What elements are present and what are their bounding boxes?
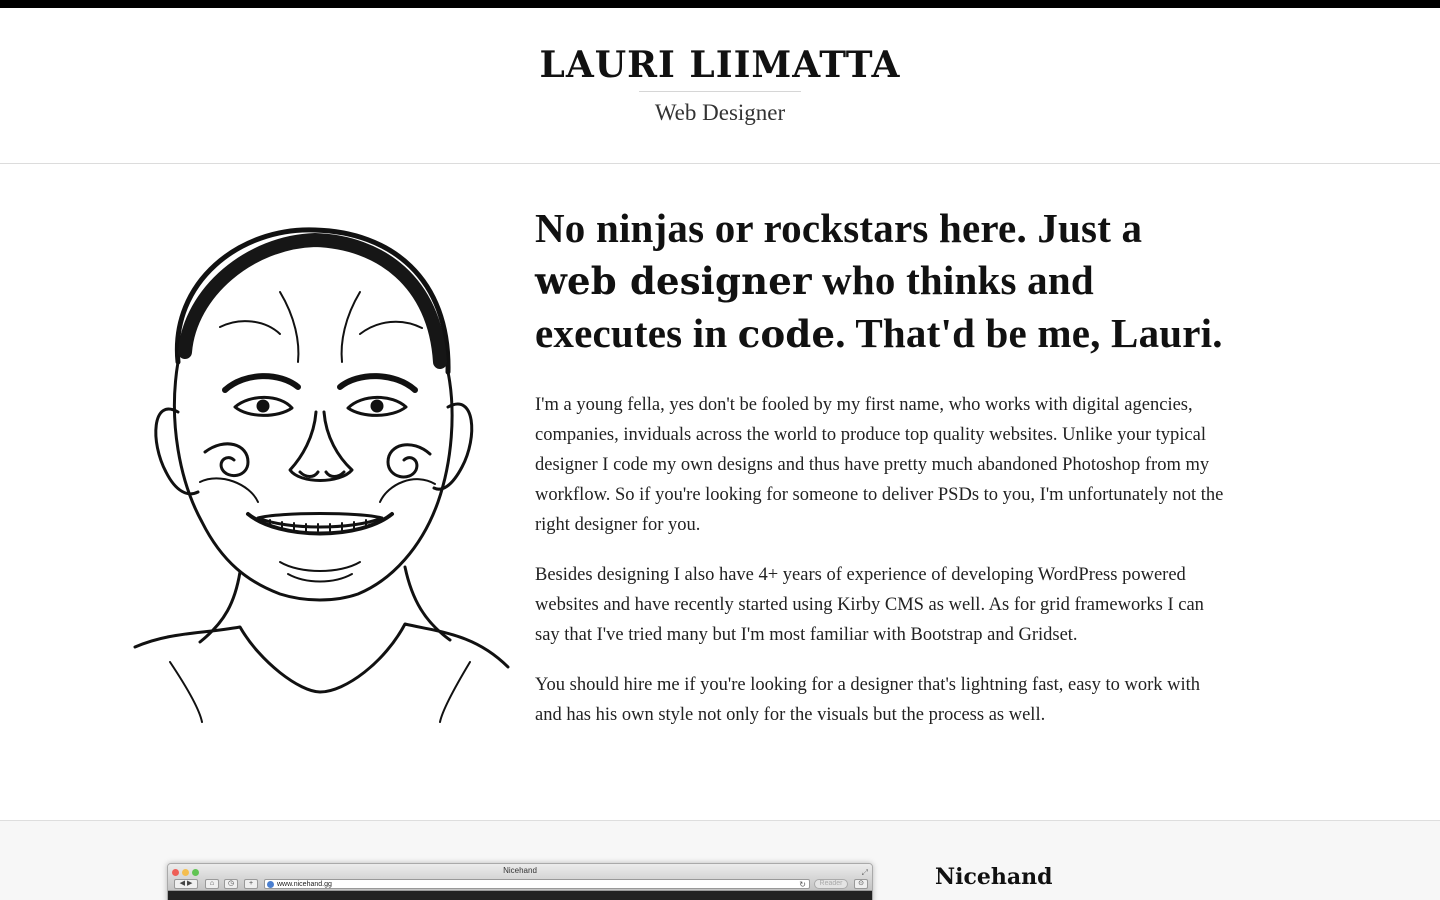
site-role: Web Designer bbox=[654, 100, 786, 125]
add-icon: + bbox=[244, 879, 258, 889]
site-header: LAURI LIIMATTA Web Designer bbox=[0, 8, 1440, 164]
home-icon: ⌂ bbox=[205, 879, 219, 889]
browser-titlebar: Nicehand ⤢ bbox=[168, 864, 872, 877]
back-forward-icon: ◀ ▶ bbox=[174, 879, 198, 889]
intro-headline: No ninjas or rockstars here. Just a web … bbox=[535, 202, 1225, 360]
headline-emphasis-web-designer: web designer bbox=[535, 259, 812, 303]
browser-url-bar: www.nicehand.gg ↻ bbox=[264, 879, 810, 889]
browser-toolbar: ◀ ▶ ⌂ ◷ + www.nicehand.gg ↻ Reader ⊙ bbox=[168, 877, 872, 891]
intro-paragraph: You should hire me if you're looking for… bbox=[535, 675, 1201, 725]
reader-button: Reader bbox=[814, 879, 848, 889]
maximize-icon bbox=[192, 869, 199, 876]
globe-icon bbox=[267, 881, 274, 888]
close-icon bbox=[172, 869, 179, 876]
work-section: Nicehand ⤢ ◀ ▶ ⌂ ◷ + www.nicehand.gg ↻ R… bbox=[0, 820, 1440, 900]
intro-paragraph: Besides designing I also have 4+ years o… bbox=[535, 565, 1204, 645]
browser-window-title: Nicehand bbox=[503, 866, 537, 875]
browser-content bbox=[168, 891, 872, 900]
minimize-icon bbox=[182, 869, 189, 876]
headline-text: No ninjas or rockstars here. Just a bbox=[535, 205, 1143, 251]
intro-paragraph: I'm a young fella, yes don't be fooled b… bbox=[535, 395, 1224, 535]
project-screenshot[interactable]: Nicehand ⤢ ◀ ▶ ⌂ ◷ + www.nicehand.gg ↻ R… bbox=[167, 863, 873, 900]
reload-icon: ↻ bbox=[799, 880, 806, 889]
header-divider bbox=[639, 91, 801, 92]
browser-url: www.nicehand.gg bbox=[277, 881, 332, 888]
project-title[interactable]: Nicehand bbox=[935, 864, 1053, 890]
headline-emphasis-code: code bbox=[737, 312, 836, 356]
history-icon: ◷ bbox=[224, 879, 238, 889]
intro-section: No ninjas or rockstars here. Just a web … bbox=[535, 202, 1225, 730]
site-name[interactable]: LAURI LIIMATTA bbox=[0, 44, 1440, 86]
download-icon: ⊙ bbox=[854, 879, 868, 889]
headline-text: . That'd be me, Lauri. bbox=[835, 310, 1223, 356]
portrait-illustration bbox=[130, 222, 510, 724]
top-bar bbox=[0, 0, 1440, 8]
